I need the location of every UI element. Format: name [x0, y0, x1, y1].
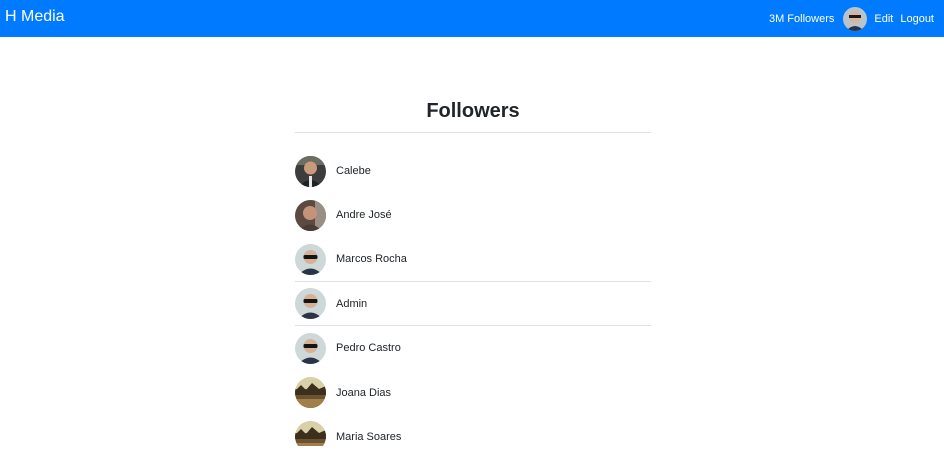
follower-item[interactable]: Joana Dias [295, 370, 651, 414]
follower-name[interactable]: Pedro Castro [336, 342, 401, 354]
follower-avatar-icon[interactable] [295, 421, 326, 446]
page-title: Followers [295, 37, 651, 133]
followers-count-link[interactable]: 3M Followers [769, 13, 834, 25]
user-avatar-icon[interactable] [843, 6, 868, 31]
follower-avatar-icon[interactable] [295, 155, 326, 187]
follower-name[interactable]: Calebe [336, 165, 371, 177]
follower-name[interactable]: Andre José [336, 209, 392, 221]
follower-item[interactable]: Andre José [295, 193, 651, 237]
follower-avatar-icon[interactable] [295, 332, 326, 364]
follower-item[interactable]: Maria Soares [295, 415, 651, 446]
edit-profile-link[interactable]: Edit [874, 13, 893, 25]
follower-item[interactable]: Admin [295, 282, 651, 327]
follower-item[interactable]: Calebe [295, 149, 651, 193]
navbar-right-group: 3M Followers Edit Logout [769, 6, 934, 31]
navbar: H Media 3M Followers Edit Logout [0, 0, 944, 37]
follower-avatar-icon[interactable] [295, 199, 326, 231]
follower-name[interactable]: Admin [336, 298, 367, 310]
follower-item[interactable]: Pedro Castro [295, 326, 651, 370]
follower-name[interactable]: Marcos Rocha [336, 253, 407, 265]
brand-logo-link[interactable]: H Media [5, 8, 65, 25]
followers-container: Followers Calebe Andre José Marcos Rocha… [295, 37, 651, 446]
follower-item[interactable]: Marcos Rocha [295, 238, 651, 282]
follower-avatar-icon[interactable] [295, 243, 326, 275]
logout-link[interactable]: Logout [900, 13, 934, 25]
followers-list: Calebe Andre José Marcos Rocha Admin Ped… [295, 133, 651, 446]
follower-avatar-icon[interactable] [295, 288, 326, 320]
follower-avatar-icon[interactable] [295, 377, 326, 409]
follower-name[interactable]: Maria Soares [336, 431, 401, 443]
follower-name[interactable]: Joana Dias [336, 387, 391, 399]
